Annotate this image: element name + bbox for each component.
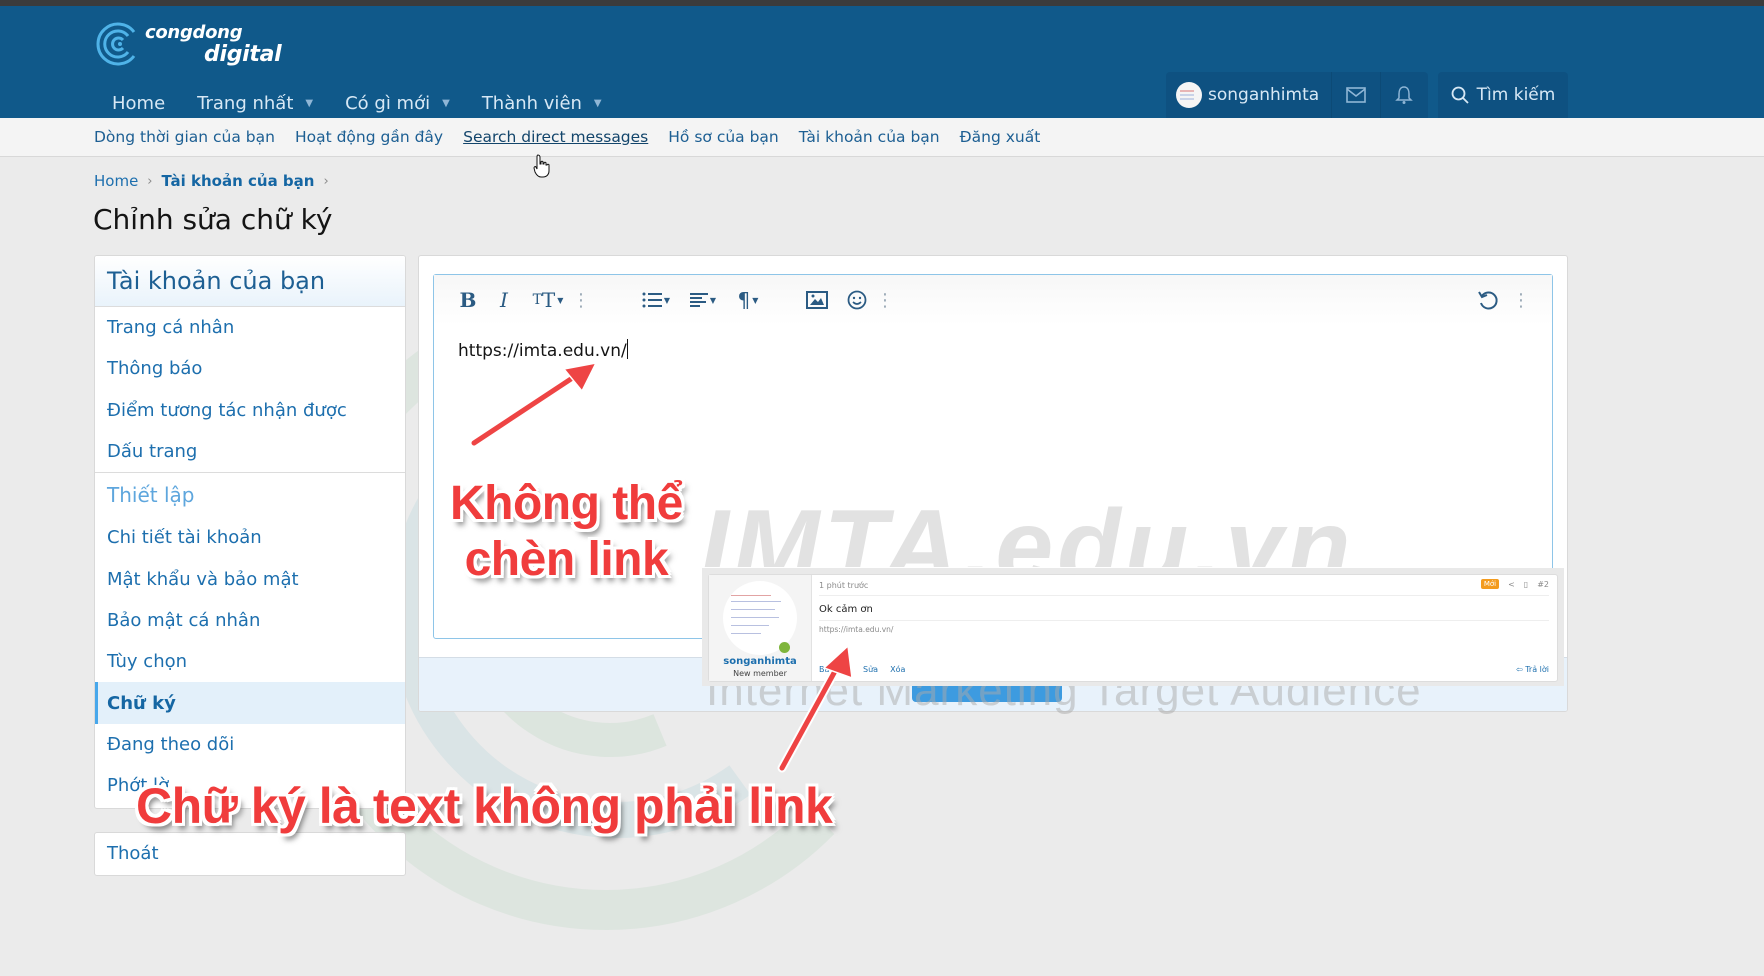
alerts-button[interactable] bbox=[1381, 72, 1428, 118]
post-username[interactable]: songanhimta bbox=[709, 656, 811, 667]
undo-icon[interactable] bbox=[1475, 285, 1501, 315]
annotation-signature-is-text: Chữ ký là text không phải link bbox=[136, 778, 833, 834]
subnav-timeline[interactable]: Dòng thời gian của bạn bbox=[84, 128, 285, 146]
share-icon[interactable]: < bbox=[1508, 580, 1515, 589]
sidebar-item-profile[interactable]: Trang cá nhân bbox=[95, 307, 405, 348]
more-options-icon[interactable]: ⋮ bbox=[1512, 285, 1530, 315]
logo-text-line2: digital bbox=[204, 42, 282, 67]
nav-label: Home bbox=[112, 92, 166, 114]
search-button[interactable]: Tìm kiếm bbox=[1438, 72, 1568, 118]
logo-text-line1: congdong bbox=[145, 22, 243, 43]
more-options-icon[interactable]: ⋮ bbox=[572, 285, 590, 315]
post-time[interactable]: 1 phút trước bbox=[819, 581, 868, 590]
sidebar-title: Tài khoản của bạn bbox=[95, 256, 405, 307]
reply-icon: ⇦ bbox=[1515, 665, 1526, 674]
signature-divider bbox=[819, 620, 1549, 621]
post-number[interactable]: #2 bbox=[1537, 580, 1549, 589]
font-size-icon[interactable]: T T ▼ bbox=[528, 285, 568, 315]
sub-nav: Dòng thời gian của bạn Hoạt động gần đây… bbox=[0, 118, 1764, 157]
avatar bbox=[1176, 82, 1202, 108]
username: songanhimta bbox=[1208, 85, 1320, 105]
edit-link[interactable]: Sửa bbox=[863, 665, 878, 674]
chevron-down-icon[interactable]: ▼ bbox=[305, 98, 313, 109]
editor-text[interactable]: https://imta.edu.vn/ bbox=[458, 339, 628, 361]
italic-icon[interactable]: I bbox=[492, 285, 516, 315]
sidebar-item-privacy[interactable]: Bảo mật cá nhân bbox=[95, 600, 405, 641]
hand-cursor-icon bbox=[533, 154, 550, 178]
sidebar-item-following[interactable]: Đang theo dõi bbox=[95, 724, 405, 765]
post-body: 1 phút trước Mới < ▯ #2 Ok cảm ơn https:… bbox=[812, 575, 1557, 681]
reply-link[interactable]: ⇦ Trả lời bbox=[1516, 665, 1549, 674]
annotation-line: chèn link bbox=[464, 533, 669, 586]
report-link[interactable]: Báo cáo bbox=[819, 665, 851, 674]
site-logo[interactable]: congdong digital bbox=[94, 16, 294, 68]
site-header: congdong digital Home Trang nhất ▼ Có gì… bbox=[0, 6, 1764, 118]
logo-mark-icon bbox=[96, 22, 136, 66]
user-menu: songanhimta bbox=[1166, 72, 1428, 118]
annotation-line: Không thể bbox=[450, 477, 683, 530]
envelope-icon bbox=[1346, 87, 1366, 103]
breadcrumb-home[interactable]: Home bbox=[94, 172, 138, 190]
editor-toolbar: B I T T ▼ ⋮ ▼ ▼ ¶ ▼ ⋮ ⋮ bbox=[434, 275, 1552, 325]
post-preview-screenshot: songanhimta New member 1 phút trước Mới … bbox=[702, 568, 1564, 686]
subnav-profile[interactable]: Hồ sơ của bạn bbox=[658, 128, 788, 146]
reply-label: Trả lời bbox=[1525, 665, 1549, 674]
page-title: Chỉnh sửa chữ ký bbox=[93, 203, 333, 236]
new-badge: Mới bbox=[1480, 579, 1500, 589]
delete-link[interactable]: Xóa bbox=[890, 665, 905, 674]
image-icon[interactable] bbox=[804, 285, 830, 315]
sidebar-item-signature[interactable]: Chữ ký bbox=[95, 682, 405, 724]
paragraph-icon[interactable]: ¶ ▼ bbox=[730, 285, 766, 315]
subnav-recent-activity[interactable]: Hoạt động gần đây bbox=[285, 128, 453, 146]
search-label: Tìm kiếm bbox=[1476, 85, 1556, 105]
bold-icon[interactable]: B bbox=[456, 285, 480, 315]
chevron-down-icon[interactable]: ▼ bbox=[594, 98, 602, 109]
subnav-account[interactable]: Tài khoản của bạn bbox=[789, 128, 950, 146]
search-icon bbox=[1451, 86, 1469, 104]
sidebar-item-reactions[interactable]: Điểm tương tác nhận được bbox=[95, 390, 405, 431]
emoji-icon[interactable] bbox=[844, 285, 870, 315]
text-caret bbox=[626, 339, 628, 359]
breadcrumb: Home › Tài khoản của bạn › bbox=[94, 172, 338, 190]
post-footer-actions: Báo cáo Sửa Xóa bbox=[819, 665, 905, 674]
chevron-right-icon: › bbox=[147, 173, 153, 189]
post-signature: https://imta.edu.vn/ bbox=[819, 625, 894, 634]
sidebar-item-bookmarks[interactable]: Dấu trang bbox=[95, 431, 405, 472]
breadcrumb-account[interactable]: Tài khoản của bạn bbox=[162, 172, 315, 190]
signature-text: https://imta.edu.vn/ bbox=[458, 341, 627, 361]
list-icon[interactable]: ▼ bbox=[637, 285, 675, 315]
sidebar-item-account-details[interactable]: Chi tiết tài khoản bbox=[95, 517, 405, 558]
conversations-button[interactable] bbox=[1332, 72, 1381, 118]
sidebar-item-password-security[interactable]: Mật khẩu và bảo mật bbox=[95, 558, 405, 599]
more-options-icon[interactable]: ⋮ bbox=[876, 285, 894, 315]
chevron-down-icon[interactable]: ▼ bbox=[442, 98, 450, 109]
online-status-icon bbox=[779, 642, 790, 653]
sidebar-item-logout[interactable]: Thoát bbox=[95, 833, 405, 874]
subnav-search-dm[interactable]: Search direct messages bbox=[453, 128, 658, 146]
watermark-text: IMTA.edu.vn bbox=[700, 495, 1355, 567]
align-icon[interactable]: ▼ bbox=[685, 285, 721, 315]
account-button[interactable]: songanhimta bbox=[1166, 72, 1333, 118]
sidebar-section-settings: Thiết lập bbox=[95, 472, 405, 517]
nav-label: Thành viên bbox=[481, 92, 582, 114]
chevron-right-icon: › bbox=[323, 173, 329, 189]
sidebar-item-alerts[interactable]: Thông báo bbox=[95, 348, 405, 389]
annotation-cannot-insert-link: Không thể chèn link bbox=[450, 476, 683, 588]
divider bbox=[819, 595, 1549, 596]
logout-box: Thoát bbox=[94, 832, 406, 876]
account-sidebar: Tài khoản của bạn Trang cá nhân Thông bá… bbox=[94, 255, 406, 809]
sidebar-item-preferences[interactable]: Tùy chọn bbox=[95, 641, 405, 682]
post-user-cell: songanhimta New member bbox=[709, 575, 812, 681]
post-user-role: New member bbox=[733, 669, 787, 678]
bell-icon bbox=[1395, 86, 1414, 104]
subnav-logout[interactable]: Đăng xuất bbox=[950, 128, 1051, 146]
nav-label: Trang nhất bbox=[197, 92, 294, 114]
nav-label: Có gì mới bbox=[345, 92, 431, 114]
post-top-actions: Mới < ▯ #2 bbox=[1480, 579, 1549, 589]
bookmark-icon[interactable]: ▯ bbox=[1524, 580, 1528, 589]
post-message: Ok cảm ơn bbox=[819, 604, 873, 615]
